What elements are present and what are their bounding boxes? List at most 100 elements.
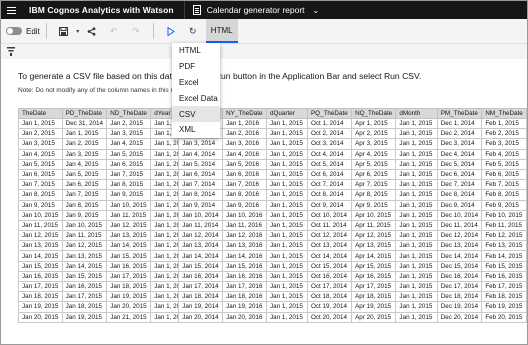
menu-icon[interactable] [1,1,21,19]
table-cell: Jan 1, 2015 [265,219,308,232]
edit-toggle[interactable] [6,27,22,35]
table-cell: Jan 15, 2014 [178,260,224,272]
save-icon[interactable] [56,19,72,43]
table-cell: Dec 18, 2014 [436,291,483,303]
output-format-button[interactable]: HTML [205,19,238,43]
menu-item-html[interactable]: HTML [172,43,220,59]
divider [45,23,47,39]
table-cell: Jan 1, 2015 [265,138,308,150]
table-cell: Apr 1, 2015 [351,117,397,130]
table-row: Jan 5, 2015 Jan 4, 2015 Jan 6, 2015 Jan 1, … [18,158,527,170]
table-cell: Feb 11, 2015 [481,219,527,232]
table-cell: Apr 19, 2015 [351,301,397,313]
table-cell: Jan 1, 2015 [150,270,180,283]
table-cell: Jan 1, 2015 [265,168,308,181]
table-cell: Jan 13, 2016 [222,240,267,252]
table-cell: Jan 16, 2015 [61,280,108,293]
run-icon[interactable] [163,19,179,43]
table-cell: Jan 17, 2014 [178,280,224,293]
table-cell: Apr 11, 2015 [351,219,397,232]
table-cell: Feb 7, 2015 [481,179,527,191]
undo-icon[interactable]: ↶ [106,19,122,43]
table-cell: Jan 1, 2015 [150,199,180,211]
column-header: PD_TheDate [61,108,108,119]
share-icon[interactable] [84,19,100,43]
table-row: Jan 17, 2015 Jan 16, 2015 Jan 18, 2015 Jan … [18,280,527,293]
report-switcher[interactable]: Calendar generator report ⌄ [185,1,328,19]
menu-item-csv[interactable]: CSV [172,106,220,122]
table-cell: Dec 1, 2014 [436,117,483,130]
table-cell: Jan 11, 2016 [222,219,267,232]
table-cell: Jan 1, 2015 [265,199,308,211]
table-cell: Jan 7, 2015 [61,189,108,201]
menu-item-pdf[interactable]: PDF [172,59,220,75]
column-header: NM_TheDate [481,108,527,119]
table-cell: Jan 1, 2015 [395,240,438,252]
redo-icon[interactable]: ↷ [128,19,144,43]
table-cell: Jan 1, 2015 [150,168,180,181]
table-cell: Jan 7, 2015 [18,179,63,191]
table-cell: Dec 10, 2014 [436,209,483,221]
table-cell: Dec 17, 2014 [436,280,483,293]
table-cell: Jan 11, 2015 [61,230,108,242]
table-cell: Dec 2, 2014 [436,128,483,140]
table-cell: Jan 17, 2015 [61,291,108,303]
table-cell: Jan 20, 2015 [18,311,63,323]
table-row: Jan 19, 2015 Jan 18, 2015 Jan 20, 2015 Jan … [18,301,527,313]
menu-item-xml[interactable]: XML [172,122,220,138]
table-cell: Feb 12, 2015 [481,230,527,242]
table-row: Jan 14, 2015 Jan 13, 2015 Jan 15, 2015 Jan … [18,250,527,262]
table-cell: Jan 14, 2016 [222,250,267,262]
table-cell: Jan 1, 2015 [395,301,438,313]
table-cell: Jan 12, 2015 [18,230,63,242]
table-cell: Jan 10, 2015 [106,199,152,211]
table-row: Jan 8, 2015 Jan 7, 2015 Jan 9, 2015 Jan 1, … [18,189,527,201]
table-cell: Jan 15, 2015 [18,260,63,272]
table-cell: Feb 9, 2015 [481,199,527,211]
table-header-row: TheDatePD_TheDateND_TheDatedYearPY_TheDa… [18,108,527,119]
table-cell: Jan 1, 2015 [150,240,180,252]
table-cell: Feb 20, 2015 [481,311,527,323]
table-cell: Jan 19, 2015 [61,311,108,323]
table-cell: Jan 9, 2015 [106,189,152,201]
table-cell: Dec 19, 2014 [436,301,483,313]
filter-icon[interactable] [7,47,15,56]
table-cell: Oct 16, 2014 [306,270,353,283]
table-cell: Oct 7, 2014 [306,179,353,191]
table-cell: Jan 2, 2016 [222,128,267,140]
table-cell: Jan 1, 2015 [265,270,308,283]
table-cell: Jan 8, 2015 [18,189,63,201]
table-cell: Dec 12, 2014 [436,230,483,242]
table-row: Jan 13, 2015 Jan 12, 2015 Jan 14, 2015 Jan … [18,240,527,252]
table-cell: Oct 1, 2014 [306,117,353,130]
table-cell: Jan 13, 2015 [106,230,152,242]
menu-item-excel-data[interactable]: Excel Data [172,90,220,106]
refresh-icon[interactable]: ↻ [185,19,201,43]
table-cell: Apr 17, 2015 [351,280,397,293]
table-cell: Jan 1, 2015 [395,117,438,130]
app-window: IBM Cognos Analytics with Watson Calenda… [0,0,528,345]
table-cell: Jan 1, 2015 [395,291,438,303]
table-cell: Jan 1, 2015 [395,128,438,140]
table-cell: Oct 3, 2014 [306,138,353,150]
table-cell: Jan 11, 2015 [106,209,152,221]
output-format-label: HTML [210,25,233,35]
table-cell: Jan 1, 2015 [395,219,438,232]
table-cell: Oct 8, 2014 [306,189,353,201]
table-cell: Feb 3, 2015 [481,138,527,150]
menu-item-excel[interactable]: Excel [172,75,220,91]
table-cell: Dec 9, 2014 [436,199,483,211]
table-cell: Jan 5, 2015 [106,148,152,160]
table-cell: Jan 1, 2015 [395,199,438,211]
table-cell: Jan 1, 2015 [150,158,180,170]
table-cell: Jan 1, 2015 [150,230,180,242]
report-canvas: To generate a CSV file based on this dat… [1,59,527,344]
table-row: Jan 16, 2015 Jan 15, 2015 Jan 17, 2015 Jan … [18,270,527,283]
table-cell: Jan 17, 2015 [106,270,152,283]
output-format-menu: HTML PDF Excel Excel Data CSV XML [172,43,220,138]
table-cell: Jan 1, 2015 [265,179,308,191]
table-cell: Jan 21, 2015 [106,311,152,323]
chevron-down-icon[interactable]: ▾ [75,19,81,43]
table-row: Jan 10, 2015 Jan 9, 2015 Jan 11, 2015 Jan 1… [18,209,527,221]
table-row: Jan 6, 2015 Jan 5, 2015 Jan 7, 2015 Jan 1, … [18,168,527,181]
